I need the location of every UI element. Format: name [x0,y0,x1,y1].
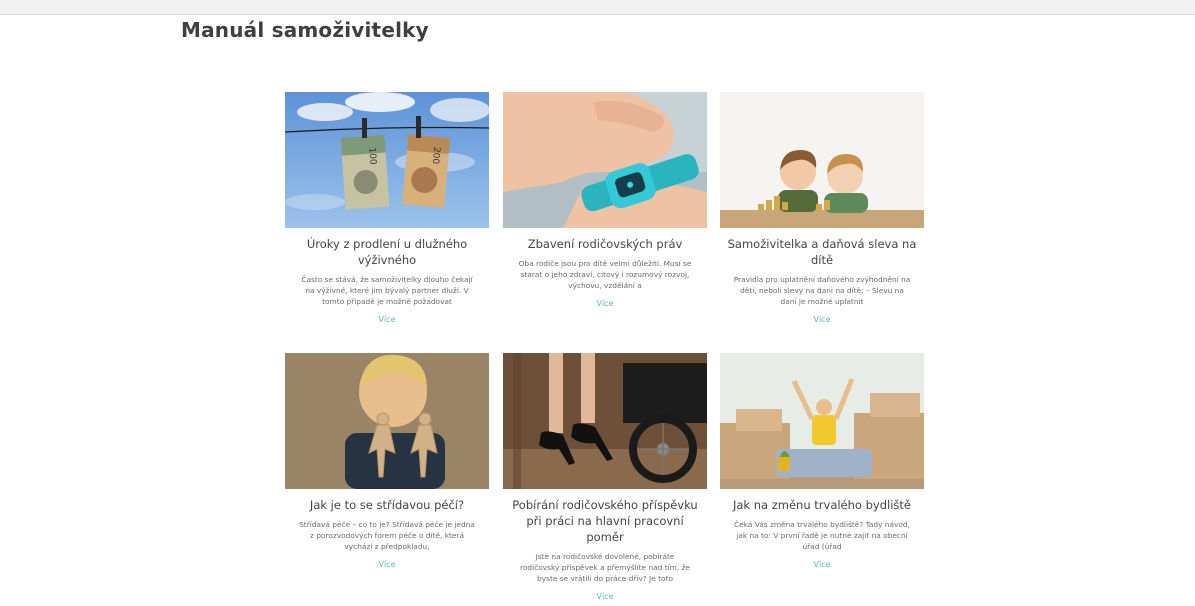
read-more-link[interactable]: Více [378,560,395,569]
article-excerpt: Pravidla pro uplatnění daňového zvýhodně… [733,275,911,306]
boy-with-paper-family-image[interactable] [285,353,489,489]
article-excerpt: Čeká Vás změna trvalého bydliště? Tady n… [734,520,910,551]
article-card[interactable]: Zbavení rodičovských práv Oba rodiče jso… [503,92,707,310]
article-card[interactable]: Samoživitelka a daňová sleva na dítě Pra… [720,92,924,326]
page-title: Manuál samoživitelky [181,18,429,42]
article-excerpt: Často se stává, že samoživitelky dlouho … [301,275,473,306]
article-card[interactable]: 100 200 Úroky z prodlení u dlužného výži… [285,92,489,326]
article-title[interactable]: Zbavení rodičovských práv [509,236,701,252]
article-excerpt: Jste na rodičovské dovolené, pobíráte ro… [520,552,690,583]
article-card[interactable]: Pobírání rodičovského příspěvku při prác… [503,353,707,603]
child-smartwatch-image[interactable] [503,92,707,228]
read-more-link[interactable]: Více [378,315,395,324]
article-card[interactable]: Jak je to se střídavou péčí? Střídavá pé… [285,353,489,571]
read-more-link[interactable]: Více [813,315,830,324]
woman-among-moving-boxes-image[interactable] [720,353,924,489]
read-more-link[interactable]: Více [596,592,613,601]
banknote-100-label: 100 [366,147,377,165]
article-title[interactable]: Pobírání rodičovského příspěvku při prác… [509,497,701,545]
article-title[interactable]: Jak na změnu trvalého bydliště [726,497,918,513]
article-card[interactable]: Jak na změnu trvalého bydliště Čeká Vás … [720,353,924,571]
read-more-link[interactable]: Více [596,299,613,308]
children-with-coins-image[interactable] [720,92,924,228]
banknotes-on-clothesline-image[interactable]: 100 200 [285,92,489,228]
article-title[interactable]: Samoživitelka a daňová sleva na dítě [726,236,918,268]
article-excerpt: Oba rodiče jsou pro dítě velmi důležití.… [518,259,692,290]
article-excerpt: Střídavá péče – co to je? Střídavá péče … [299,520,475,551]
read-more-link[interactable]: Více [813,560,830,569]
browser-top-bar [0,0,1195,15]
heels-and-stroller-image[interactable] [503,353,707,489]
article-title[interactable]: Úroky z prodlení u dlužného výživného [291,236,483,268]
banknote-200-label: 200 [430,146,441,164]
article-title[interactable]: Jak je to se střídavou péčí? [291,497,483,513]
